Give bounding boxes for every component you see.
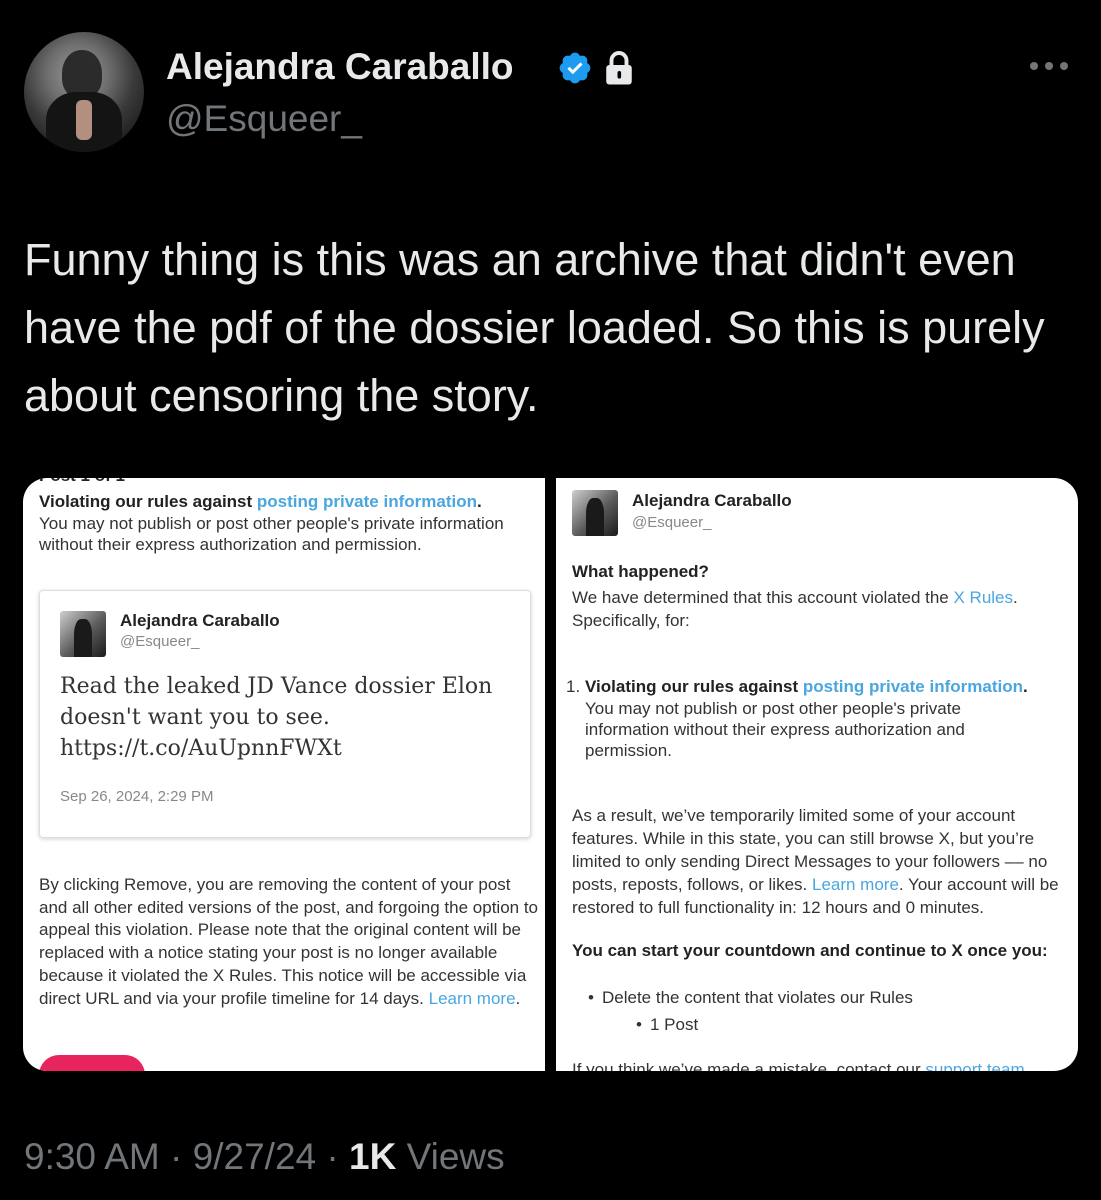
remove-button <box>39 1055 145 1071</box>
tweet-text: Funny thing is this was an archive that … <box>24 234 1045 421</box>
countdown-title: You can start your countdown and continu… <box>572 941 1048 960</box>
card-post-text: Read the leaked JD Vance dossier Elon do… <box>60 674 493 761</box>
tweet-time[interactable]: 9:30 AM <box>24 1136 160 1177</box>
violation-suffix: . <box>1022 677 1028 696</box>
mistake-text: If you think we’ve made a mistake, conta… <box>572 1060 1025 1071</box>
learn-more-link: Learn more <box>811 875 899 894</box>
dot <box>1030 62 1038 70</box>
card-author-handle: @Esqueer_ <box>120 633 200 650</box>
dot <box>1060 62 1068 70</box>
support-team-link: support team <box>925 1060 1025 1071</box>
card-avatar <box>60 611 106 657</box>
bullet-dot: • <box>588 988 594 1007</box>
private-info-link: posting private information <box>802 677 1023 696</box>
what-happened-title: What happened? <box>572 562 709 581</box>
x-rules-link: X Rules <box>953 588 1014 607</box>
tweet-media[interactable]: Post 1 of 1 Violating our rules against … <box>23 478 1078 1071</box>
account-handle: @Esqueer_ <box>632 514 712 531</box>
learn-more-link: Learn more <box>428 988 516 1008</box>
views-count: 1K <box>349 1136 397 1177</box>
private-info-link: posting private information <box>256 492 477 511</box>
violation-title: Violating our rules against posting priv… <box>585 677 1028 697</box>
clipped-heading: Post 1 of 1 <box>39 478 125 486</box>
result-text: As a result, we’ve temporarily limited s… <box>572 804 1072 919</box>
violation-description: You may not publish or post other people… <box>585 699 965 760</box>
dot <box>1045 62 1053 70</box>
quoted-post-card: Alejandra Caraballo @Esqueer_ Read the l… <box>39 590 531 838</box>
tweet-date[interactable]: 9/27/24 <box>193 1136 316 1177</box>
list-item: • 1 Post <box>636 1015 699 1035</box>
violation-prefix: Violating our rules against <box>39 492 257 511</box>
violation-title: Violating our rules against posting priv… <box>39 492 482 512</box>
card-timestamp: Sep 26, 2024, 2:29 PM <box>60 788 214 805</box>
verified-badge-icon[interactable] <box>557 50 593 86</box>
screenshot-remove-post: Post 1 of 1 Violating our rules against … <box>23 478 545 1071</box>
tweet-meta: 9:30 AM · 9/27/24 · 1K Views <box>24 1136 505 1178</box>
views-label: Views <box>406 1136 505 1177</box>
avatar-head <box>62 50 102 98</box>
author-handle[interactable]: @Esqueer_ <box>166 98 362 140</box>
avatar-neck <box>76 100 92 140</box>
violation-description: You may not publish or post other people… <box>39 514 504 554</box>
bullet-dot: • <box>636 1015 642 1034</box>
violation-suffix: . <box>476 492 482 511</box>
account-name: Alejandra Caraballo <box>632 491 792 510</box>
account-avatar <box>572 490 618 536</box>
screenshot-account-limited: Alejandra Caraballo @Esqueer_ What happe… <box>556 478 1078 1071</box>
list-item: • Delete the content that violates our Ru… <box>588 988 913 1008</box>
remove-suffix: . <box>515 988 521 1008</box>
list-item-text: Delete the content that violates our Rul… <box>602 988 913 1007</box>
more-options-icon[interactable] <box>1030 58 1074 74</box>
lock-icon <box>606 51 632 85</box>
list-number: 1. <box>566 677 581 696</box>
separator: · <box>170 1136 183 1177</box>
what-happened-prefix: We have determined that this account vio… <box>572 588 954 607</box>
mistake-prefix: If you think we’ve made a mistake, conta… <box>572 1060 926 1071</box>
avatar[interactable] <box>24 32 144 152</box>
author-name[interactable]: Alejandra Caraballo <box>166 46 514 88</box>
list-item-text: 1 Post <box>650 1015 699 1034</box>
separator: · <box>326 1136 339 1177</box>
card-author-name: Alejandra Caraballo <box>120 611 280 630</box>
what-happened-text: We have determined that this account vio… <box>572 586 1062 632</box>
remove-explanation: By clicking Remove, you are removing the… <box>39 874 539 1010</box>
violation-prefix: Violating our rules against <box>585 677 803 696</box>
